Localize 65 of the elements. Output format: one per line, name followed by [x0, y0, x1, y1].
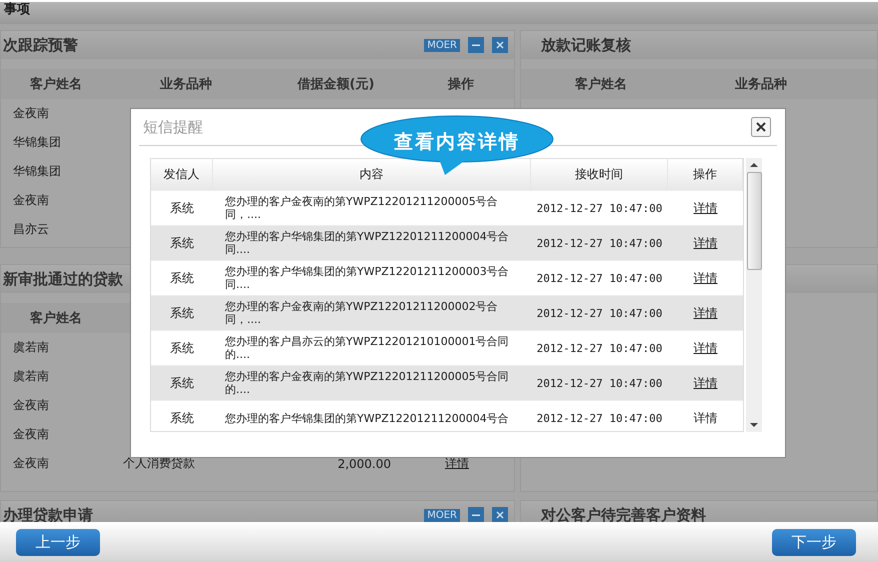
column-header: 业务品种: [159, 76, 213, 93]
table-cell-text: 金夜南: [12, 455, 50, 472]
minimize-icon[interactable]: [468, 507, 484, 522]
scrollbar[interactable]: [746, 158, 762, 432]
scroll-up-icon[interactable]: [750, 162, 758, 168]
table-cell-text: 金夜南: [12, 426, 50, 443]
message-cell-text: 您办理的客户金夜南的第YWPZ12201211200005号合同，....: [224, 195, 499, 221]
table-cell-text: 金夜南: [12, 192, 50, 209]
dialog-title: 短信提醒: [143, 118, 203, 136]
table-cell-text: 虞若南: [12, 368, 50, 385]
column-header: 客户姓名: [29, 310, 83, 327]
table-cell-text: 金夜南: [12, 105, 50, 122]
time-cell-text: 2012-12-27 10:47:00: [536, 202, 664, 214]
details-link[interactable]: 详情: [694, 270, 718, 284]
panel-title: 对公客户待完善客户资料: [541, 506, 706, 522]
time-cell-text: 2012-12-27 10:47:00: [536, 272, 664, 284]
table-cell-text: 华锦集团: [12, 134, 62, 151]
details-link[interactable]: 详情: [694, 376, 718, 390]
column-header: 操作: [668, 159, 743, 190]
table-cell-text: 昌亦云: [12, 221, 50, 238]
sender-cell-text: 系统: [169, 340, 195, 356]
table-cell-text: 金夜南: [12, 397, 50, 414]
time-cell-text: 2012-12-27 10:47:00: [536, 412, 664, 424]
table-cell-text: 虞若南: [12, 339, 50, 356]
close-icon[interactable]: [751, 117, 771, 137]
column-header: 借据金额(元): [296, 76, 376, 93]
message-cell-text: 您办理的客户金夜南的第YWPZ12201211200005号合同的....: [224, 370, 510, 396]
details-link[interactable]: 详情: [694, 410, 718, 424]
sender-cell-text: 系统: [169, 374, 195, 392]
time-cell-text: 2012-12-27 10:47:00: [536, 306, 664, 320]
message-cell-text: 您办理的客户华锦集团的第YWPZ12201211200004号合同....: [224, 230, 510, 256]
column-header: 业务品种: [734, 76, 788, 93]
time-cell-text: 2012-12-27 10:47:00: [536, 236, 664, 250]
details-link[interactable]: 详情: [694, 200, 718, 214]
more-button[interactable]: MOER: [424, 508, 460, 522]
minimize-icon[interactable]: [468, 37, 484, 53]
details-link[interactable]: 详情: [694, 340, 718, 354]
column-header: 客户姓名: [29, 76, 83, 93]
back-button[interactable]: 上一步: [16, 528, 100, 556]
sender-cell-text: 系统: [169, 234, 195, 252]
message-cell-text: 您办理的客户昌亦云的第YWPZ12201210100001号合同的....: [224, 335, 510, 361]
section-title: 事项: [4, 2, 30, 17]
table-cell-text: 2,000.00: [336, 456, 391, 470]
column-header: 客户姓名: [574, 76, 628, 93]
sender-cell-text: 系统: [169, 410, 195, 426]
panel-title: 新审批通过的贷款: [3, 270, 123, 288]
message-cell-text: 您办理的客户华锦集团的第YWPZ12201211200004号合: [224, 412, 510, 424]
sender-cell-text: 系统: [169, 200, 195, 216]
details-link[interactable]: 详情: [694, 306, 718, 320]
more-button[interactable]: MOER: [424, 38, 460, 52]
table-cell-text: 华锦集团: [12, 163, 62, 180]
column-header: 操作: [446, 76, 475, 93]
details-link[interactable]: 详情: [694, 236, 718, 250]
time-cell-text: 2012-12-27 10:47:00: [536, 342, 664, 354]
scroll-down-icon[interactable]: [750, 422, 758, 428]
column-header: 接收时间: [531, 159, 668, 190]
column-header: 发信人: [151, 159, 213, 190]
time-cell-text: 2012-12-27 10:47:00: [536, 376, 664, 390]
panel-title: 次跟踪预警: [3, 36, 78, 54]
next-button[interactable]: 下一步: [772, 528, 856, 556]
panel-title: 放款记账复核: [541, 36, 631, 54]
sender-cell-text: 系统: [169, 304, 195, 322]
message-cell-text: 您办理的客户华锦集团的第YWPZ12201211200003号合同....: [224, 265, 510, 291]
message-cell-text: 您办理的客户金夜南的第YWPZ12201211200002号合同，....: [224, 300, 499, 326]
sender-cell-text: 系统: [169, 270, 195, 286]
